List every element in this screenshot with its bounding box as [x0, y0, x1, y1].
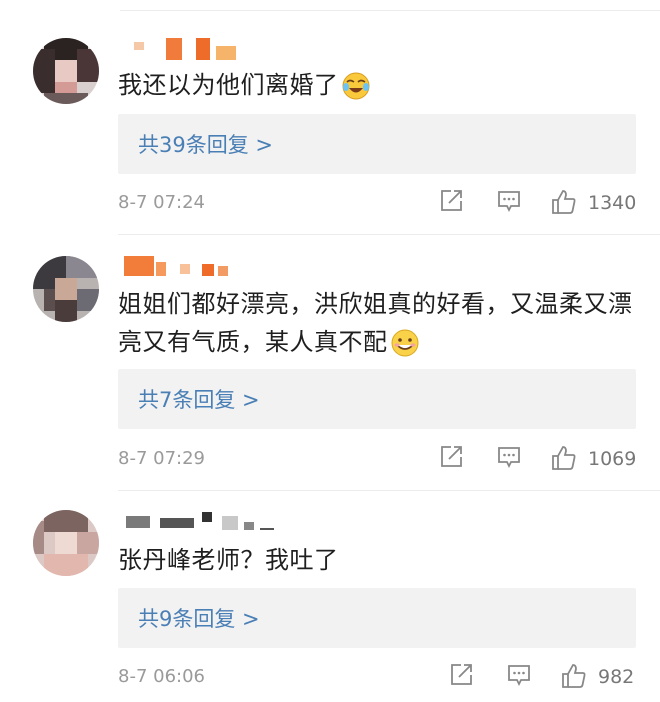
reply-box: 共7条回复 > [118, 369, 636, 429]
username[interactable] [122, 38, 242, 60]
avatar[interactable] [33, 510, 99, 576]
share-icon[interactable] [438, 444, 464, 470]
comment-time: 8-7 07:29 [118, 448, 205, 469]
avatar[interactable] [33, 256, 99, 322]
laughing-crying-emoji-icon [341, 71, 371, 101]
divider [118, 490, 660, 491]
thumbs-up-icon[interactable] [550, 444, 578, 472]
avatar[interactable] [33, 38, 99, 104]
view-replies-link[interactable]: 共9条回复 > [138, 603, 260, 633]
view-replies-link[interactable]: 共7条回复 > [138, 384, 260, 414]
comment-icon[interactable] [506, 662, 532, 688]
thumbs-up-icon[interactable] [550, 188, 578, 216]
comment-icon[interactable] [496, 188, 522, 214]
comment-icon[interactable] [496, 444, 522, 470]
comment-meta: 8-7 07:29 1069 [118, 444, 638, 474]
reply-box: 共39条回复 > [118, 114, 636, 174]
comment-time: 8-7 06:06 [118, 666, 205, 687]
comment-text: 我还以为他们离婚了 [118, 66, 638, 104]
grinning-emoji-icon [390, 328, 420, 358]
divider [118, 234, 660, 235]
username[interactable] [122, 256, 242, 278]
comment-text: 张丹峰老师？我吐了 [118, 546, 339, 574]
top-divider [120, 10, 660, 11]
view-replies-link[interactable]: 共39条回复 > [138, 129, 273, 159]
comment-time: 8-7 07:24 [118, 192, 205, 213]
username[interactable] [122, 510, 282, 532]
share-icon[interactable] [448, 662, 474, 688]
reply-box: 共9条回复 > [118, 588, 636, 648]
share-icon[interactable] [438, 188, 464, 214]
like-count: 1069 [588, 448, 637, 470]
like-count: 982 [598, 666, 635, 688]
comment-meta: 8-7 07:24 1340 [118, 188, 638, 218]
like-count: 1340 [588, 192, 637, 214]
thumbs-up-icon[interactable] [560, 662, 588, 690]
comment-meta: 8-7 06:06 982 [118, 662, 638, 692]
comment-text: 姐姐们都好漂亮，洪欣姐真的好看，又温柔又漂亮又有气质，某人真不配 [118, 290, 633, 358]
